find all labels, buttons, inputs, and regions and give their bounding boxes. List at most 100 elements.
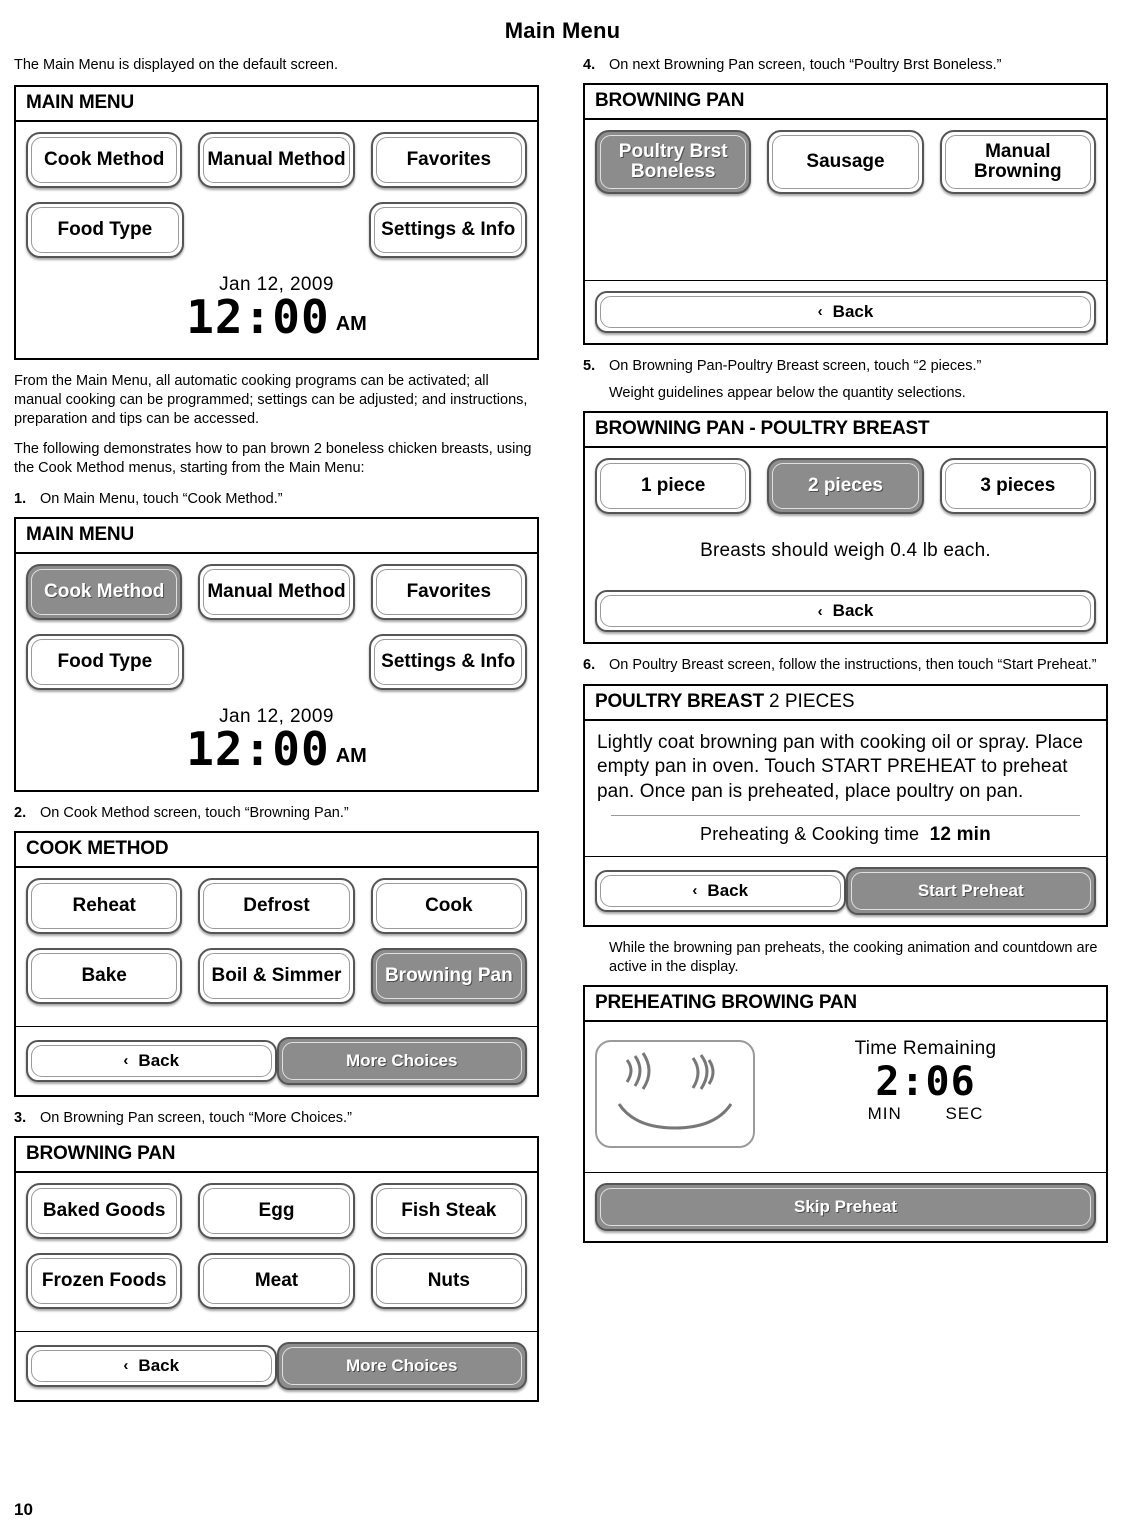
back-button[interactable]: ‹ Back xyxy=(26,1040,277,1082)
time-remaining-block: Time Remaining 2:06 MIN SEC xyxy=(755,1034,1096,1166)
divider xyxy=(611,814,1080,816)
back-button[interactable]: ‹ Back xyxy=(26,1345,277,1388)
back-button-label: Back xyxy=(707,880,749,900)
button-2-pieces[interactable]: 2 pieces xyxy=(767,458,924,515)
button-row-1: Reheat Defrost Cook xyxy=(26,878,527,934)
time-remaining-value: 2:06 xyxy=(875,1058,976,1105)
button-manual-method[interactable]: Manual Method xyxy=(198,132,355,189)
button-cook[interactable]: Cook xyxy=(370,878,527,934)
button-1-piece[interactable]: 1 piece xyxy=(595,458,752,515)
button-boil-simmer[interactable]: Boil & Simmer xyxy=(198,948,355,1004)
button-baked-goods[interactable]: Baked Goods xyxy=(26,1183,183,1240)
step-number: 1. xyxy=(14,490,27,507)
panel-title: PREHEATING BROWING PAN xyxy=(585,987,1106,1022)
more-choices-button[interactable]: More Choices xyxy=(276,1037,527,1085)
time-text: 12:00 xyxy=(186,290,330,345)
panel-title-light: 2 PIECES xyxy=(769,690,855,712)
step-text: On Cook Method screen, touch “Browning P… xyxy=(40,804,349,821)
button-poultry-brst-boneless[interactable]: Poultry Brst Boneless xyxy=(595,130,752,194)
manual-page: Main Menu The Main Menu is displayed on … xyxy=(0,0,1125,1534)
button-bake[interactable]: Bake xyxy=(26,948,183,1004)
paragraph-2: The following demonstrates how to pan br… xyxy=(14,440,532,476)
back-button-label: Back xyxy=(832,302,874,322)
chevron-left-icon: ‹ xyxy=(123,1357,129,1375)
step-text: On Browning Pan-Poultry Breast screen, t… xyxy=(609,358,982,375)
panel-body: Baked Goods Egg Fish Steak Frozen Foods … xyxy=(16,1173,537,1331)
button-browning-pan[interactable]: Browning Pan xyxy=(370,948,527,1004)
button-settings-info[interactable]: Settings & Info xyxy=(369,202,528,259)
skip-preheat-button[interactable]: Skip Preheat xyxy=(595,1182,1096,1231)
panel-body: Poultry Brst Boneless Sausage Manual Bro… xyxy=(585,120,1106,280)
button-meat[interactable]: Meat xyxy=(198,1253,355,1310)
chevron-left-icon: ‹ xyxy=(692,881,698,899)
button-favorites[interactable]: Favorites xyxy=(370,132,527,189)
back-button[interactable]: ‹ Back xyxy=(595,590,1096,633)
button-manual-method[interactable]: Manual Method xyxy=(198,563,355,620)
panel-title: BROWNING PAN - POULTRY BREAST xyxy=(585,413,1106,449)
screen-cook-method: COOK METHOD Reheat Defrost Cook Bake Boi… xyxy=(14,831,539,1097)
button-row-1: Cook Method Manual Method Favorites xyxy=(26,563,527,620)
button-settings-info[interactable]: Settings & Info xyxy=(369,633,528,690)
button-row-1: 1 piece 2 pieces 3 pieces xyxy=(595,458,1096,515)
clock-display: Jan 12, 2009 12:00 AM xyxy=(26,272,527,350)
screen-preheating-browning-pan: PREHEATING BROWING PAN Time Remaining 2:… xyxy=(583,984,1108,1243)
chevron-left-icon: ‹ xyxy=(817,303,823,321)
screen-browning-pan-2: BROWNING PAN Poultry Brst Boneless Sausa… xyxy=(583,83,1108,346)
button-reheat[interactable]: Reheat xyxy=(26,878,183,934)
unit-sec: SEC xyxy=(945,1103,984,1123)
step-number: 6. xyxy=(583,657,596,674)
time-row: 12:00 AM xyxy=(26,294,527,340)
button-nuts[interactable]: Nuts xyxy=(370,1253,527,1310)
intro-paragraph: The Main Menu is displayed on the defaul… xyxy=(14,57,339,73)
button-3-pieces[interactable]: 3 pieces xyxy=(939,458,1096,515)
step-text: On Browning Pan screen, touch “More Choi… xyxy=(40,1110,352,1126)
ampm-text: AM xyxy=(335,744,367,767)
step-5: 5. On Browning Pan-Poultry Breast screen… xyxy=(583,357,1108,376)
button-cook-method[interactable]: Cook Method xyxy=(26,563,183,620)
panel-title: POULTRY BREAST 2 PIECES xyxy=(585,686,1106,721)
panel-title: COOK METHOD xyxy=(16,833,537,868)
button-food-type[interactable]: Food Type xyxy=(26,633,184,690)
button-food-type[interactable]: Food Type xyxy=(26,202,184,259)
back-button[interactable]: ‹ Back xyxy=(595,291,1096,334)
time-row: 12:00 AM xyxy=(26,726,527,772)
unit-min: MIN xyxy=(867,1103,902,1123)
button-sausage[interactable]: Sausage xyxy=(767,130,924,194)
panel-title: BROWNING PAN xyxy=(585,85,1106,121)
instruction-text: Lightly coat browning pan with cooking o… xyxy=(597,731,1083,802)
panel-body: Cook Method Manual Method Favorites Food… xyxy=(16,122,537,358)
back-button[interactable]: ‹ Back xyxy=(595,869,846,912)
step-number: 2. xyxy=(14,804,27,821)
button-row-1: Baked Goods Egg Fish Steak xyxy=(26,1183,527,1240)
button-cook-method[interactable]: Cook Method xyxy=(26,132,183,189)
pan-heat-svg xyxy=(617,1051,733,1130)
panel-bottom-bar: ‹ Back Start Preheat xyxy=(585,855,1106,925)
chevron-left-icon: ‹ xyxy=(123,1052,129,1070)
paragraph-1: From the Main Menu, all automatic cookin… xyxy=(14,373,528,428)
step-2: 2. On Cook Method screen, touch “Brownin… xyxy=(14,804,539,823)
button-egg[interactable]: Egg xyxy=(198,1183,355,1240)
panel-body: 1 piece 2 pieces 3 pieces Breasts should… xyxy=(585,448,1106,580)
left-column: The Main Menu is displayed on the defaul… xyxy=(14,56,539,1414)
screen-browning-pan-1: BROWNING PAN Baked Goods Egg Fish Steak … xyxy=(14,1136,539,1403)
button-row-2: Frozen Foods Meat Nuts xyxy=(26,1253,527,1310)
panel-title-bold: POULTRY BREAST xyxy=(595,690,764,712)
button-fish-steak[interactable]: Fish Steak xyxy=(370,1183,527,1240)
panel-title: BROWNING PAN xyxy=(16,1138,537,1174)
step-6: 6. On Poultry Breast screen, follow the … xyxy=(583,656,1108,675)
button-manual-browning[interactable]: Manual Browning xyxy=(939,130,1096,194)
two-column-layout: The Main Menu is displayed on the defaul… xyxy=(14,50,1111,1414)
screen-poultry-breast-instructions: POULTRY BREAST 2 PIECES Lightly coat bro… xyxy=(583,683,1108,927)
panel-bottom-bar: ‹ Back More Choices xyxy=(16,1026,537,1095)
button-frozen-foods[interactable]: Frozen Foods xyxy=(26,1253,183,1310)
button-row-2: Food Type Settings & Info xyxy=(26,633,528,690)
browning-pan-animation-icon xyxy=(595,1039,755,1148)
button-favorites[interactable]: Favorites xyxy=(370,563,527,620)
chevron-left-icon: ‹ xyxy=(817,602,823,620)
back-button-label: Back xyxy=(832,601,874,621)
page-number: 10 xyxy=(14,1500,33,1519)
button-row-2: Bake Boil & Simmer Browning Pan xyxy=(26,948,527,1004)
button-defrost[interactable]: Defrost xyxy=(198,878,355,934)
start-preheat-button[interactable]: Start Preheat xyxy=(845,866,1096,915)
more-choices-button[interactable]: More Choices xyxy=(276,1342,527,1391)
